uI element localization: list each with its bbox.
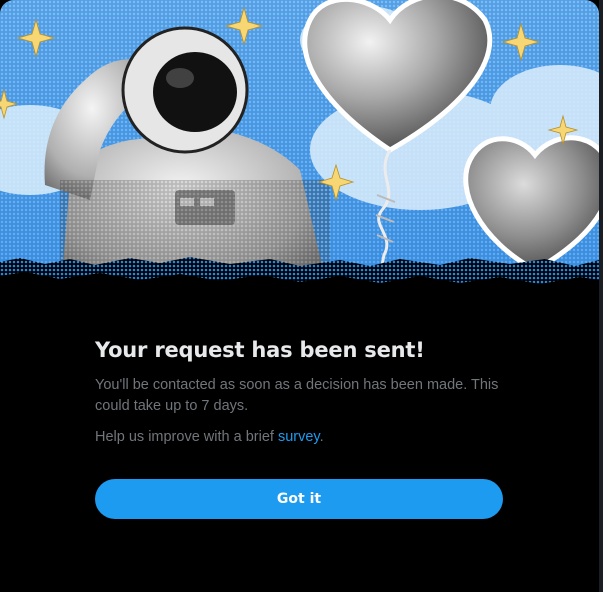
request-sent-dialog: Your request has been sent! You'll be co… [0,0,599,592]
window-edge [599,0,603,592]
survey-prompt-prefix: Help us improve with a brief [95,429,278,445]
survey-link[interactable]: survey [278,429,320,445]
survey-prompt-suffix: . [319,429,324,445]
survey-prompt: Help us improve with a brief survey. [95,427,324,448]
dialog-title: Your request has been sent! [95,338,425,362]
hero-illustration [0,0,599,300]
got-it-button[interactable]: Got it [95,479,503,519]
screen: Your request has been sent! You'll be co… [0,0,603,592]
dialog-body-text: You'll be contacted as soon as a decisio… [95,377,499,414]
